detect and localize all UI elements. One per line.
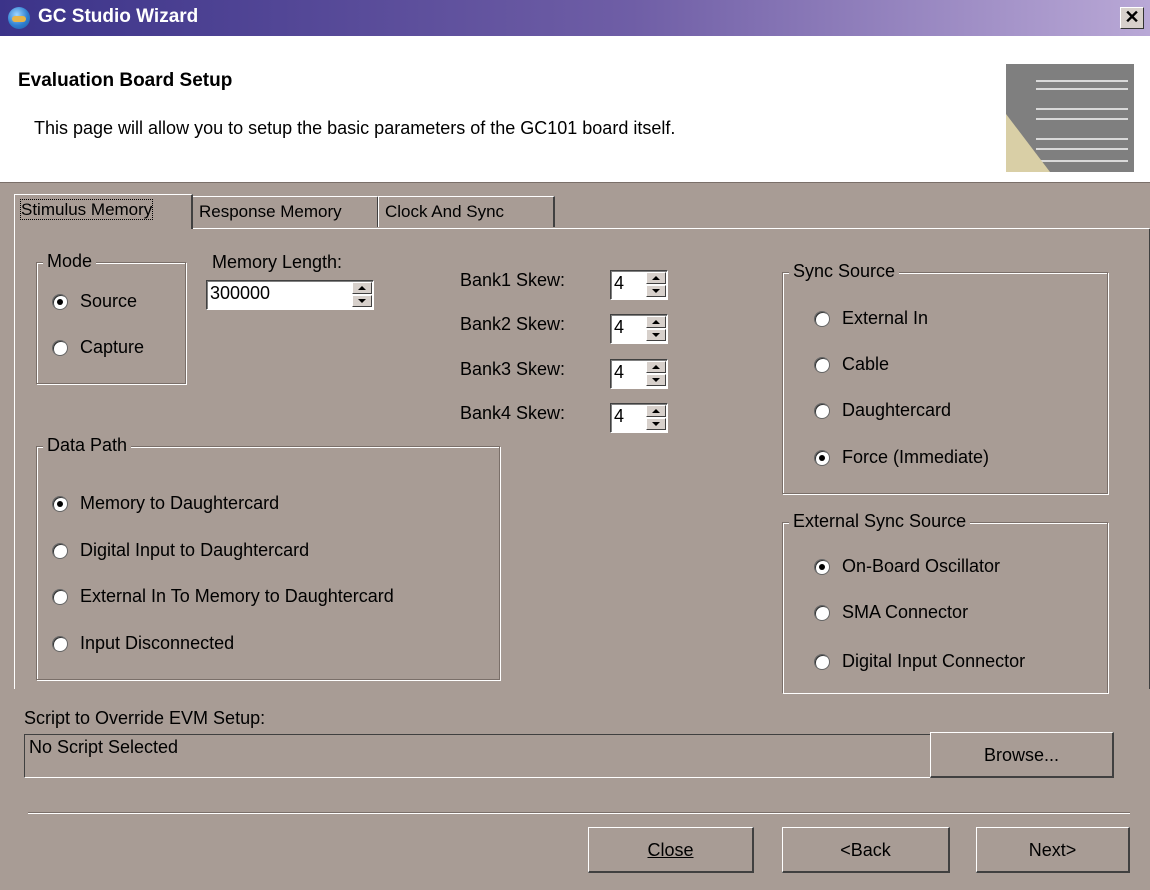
spin-up-arrow-icon[interactable] [646,405,666,417]
wizard-header: Evaluation Board Setup This page will al… [0,36,1150,183]
radio-empty-icon [52,339,68,356]
radio-empty-icon [52,635,68,652]
ext-sync-oscillator-radio[interactable]: On-Board Oscillator [814,556,1000,577]
radio-empty-icon [814,310,830,327]
radio-empty-icon [814,402,830,419]
spin-down-arrow-icon[interactable] [646,418,666,430]
radio-empty-icon [52,588,68,605]
memory-length-spinner[interactable]: 300000 [206,280,374,310]
spin-down-arrow-icon[interactable] [646,285,666,297]
script-override-label: Script to Override EVM Setup: [24,708,266,728]
bank3-skew-label: Bank3 Skew: [460,359,566,379]
radio-empty-icon [52,542,68,559]
spin-down-arrow-icon[interactable] [352,295,372,307]
radio-selected-icon [814,558,830,575]
radio-empty-icon [814,604,830,621]
spin-up-arrow-icon[interactable] [352,282,372,294]
back-button[interactable]: <Back [782,827,950,873]
mode-group: Mode [36,251,186,384]
title-bar: GC Studio Wizard ✕ [0,0,1150,36]
radio-empty-icon [814,356,830,373]
close-button[interactable]: Close [588,827,754,873]
radio-selected-icon [52,293,68,310]
bank1-skew-spinner[interactable]: 4 [610,270,668,300]
data-path-digital-input-radio[interactable]: Digital Input to Daughtercard [52,540,309,561]
mode-capture-radio[interactable]: Capture [52,337,144,358]
app-globe-icon [8,7,30,29]
bank2-skew-label: Bank2 Skew: [460,314,566,334]
sync-daughtercard-radio[interactable]: Daughtercard [814,400,951,421]
sync-source-legend: Sync Source [789,261,900,282]
ext-sync-sma-radio[interactable]: SMA Connector [814,602,968,623]
bank1-skew-label: Bank1 Skew: [460,270,566,290]
mode-source-radio[interactable]: Source [52,291,137,312]
memory-length-label: Memory Length: [212,252,343,272]
data-path-disconnected-radio[interactable]: Input Disconnected [52,633,234,654]
wizard-window: GC Studio Wizard ✕ Evaluation Board Setu… [0,0,1150,890]
spin-down-arrow-icon[interactable] [646,374,666,386]
bank2-skew-spinner[interactable]: 4 [610,314,668,344]
footer-separator [28,812,1130,814]
mode-legend: Mode [43,251,97,272]
spin-down-arrow-icon[interactable] [646,329,666,341]
spin-up-arrow-icon[interactable] [646,361,666,373]
data-path-external-in-radio[interactable]: External In To Memory to Daughtercard [52,586,394,607]
bank3-skew-spinner[interactable]: 4 [610,359,668,389]
sync-cable-radio[interactable]: Cable [814,354,889,375]
tab-response-memory[interactable]: Response Memory [192,196,379,227]
data-path-legend: Data Path [43,435,132,456]
sync-force-radio[interactable]: Force (Immediate) [814,447,989,468]
bank4-skew-label: Bank4 Skew: [460,403,566,423]
ext-sync-digital-input-radio[interactable]: Digital Input Connector [814,651,1025,672]
waveform-graphic-icon [1006,64,1134,172]
close-window-button[interactable]: ✕ [1120,7,1144,29]
sync-external-in-radio[interactable]: External In [814,308,928,329]
tab-clock-and-sync[interactable]: Clock And Sync [378,196,555,227]
page-description: This page will allow you to setup the ba… [34,118,676,138]
script-path-field[interactable]: No Script Selected [24,734,932,778]
browse-button[interactable]: Browse... [930,732,1114,778]
radio-selected-icon [814,449,830,466]
window-title: GC Studio Wizard [38,6,199,27]
tab-stimulus-memory[interactable]: Stimulus Memory [14,194,193,229]
bank4-skew-spinner[interactable]: 4 [610,403,668,433]
spin-up-arrow-icon[interactable] [646,272,666,284]
next-button[interactable]: Next> [976,827,1130,873]
radio-empty-icon [814,653,830,670]
spin-buttons [352,282,372,308]
spin-up-arrow-icon[interactable] [646,316,666,328]
external-sync-source-legend: External Sync Source [789,511,971,532]
data-path-memory-radio[interactable]: Memory to Daughtercard [52,493,279,514]
page-title: Evaluation Board Setup [18,70,233,91]
radio-selected-icon [52,495,68,512]
